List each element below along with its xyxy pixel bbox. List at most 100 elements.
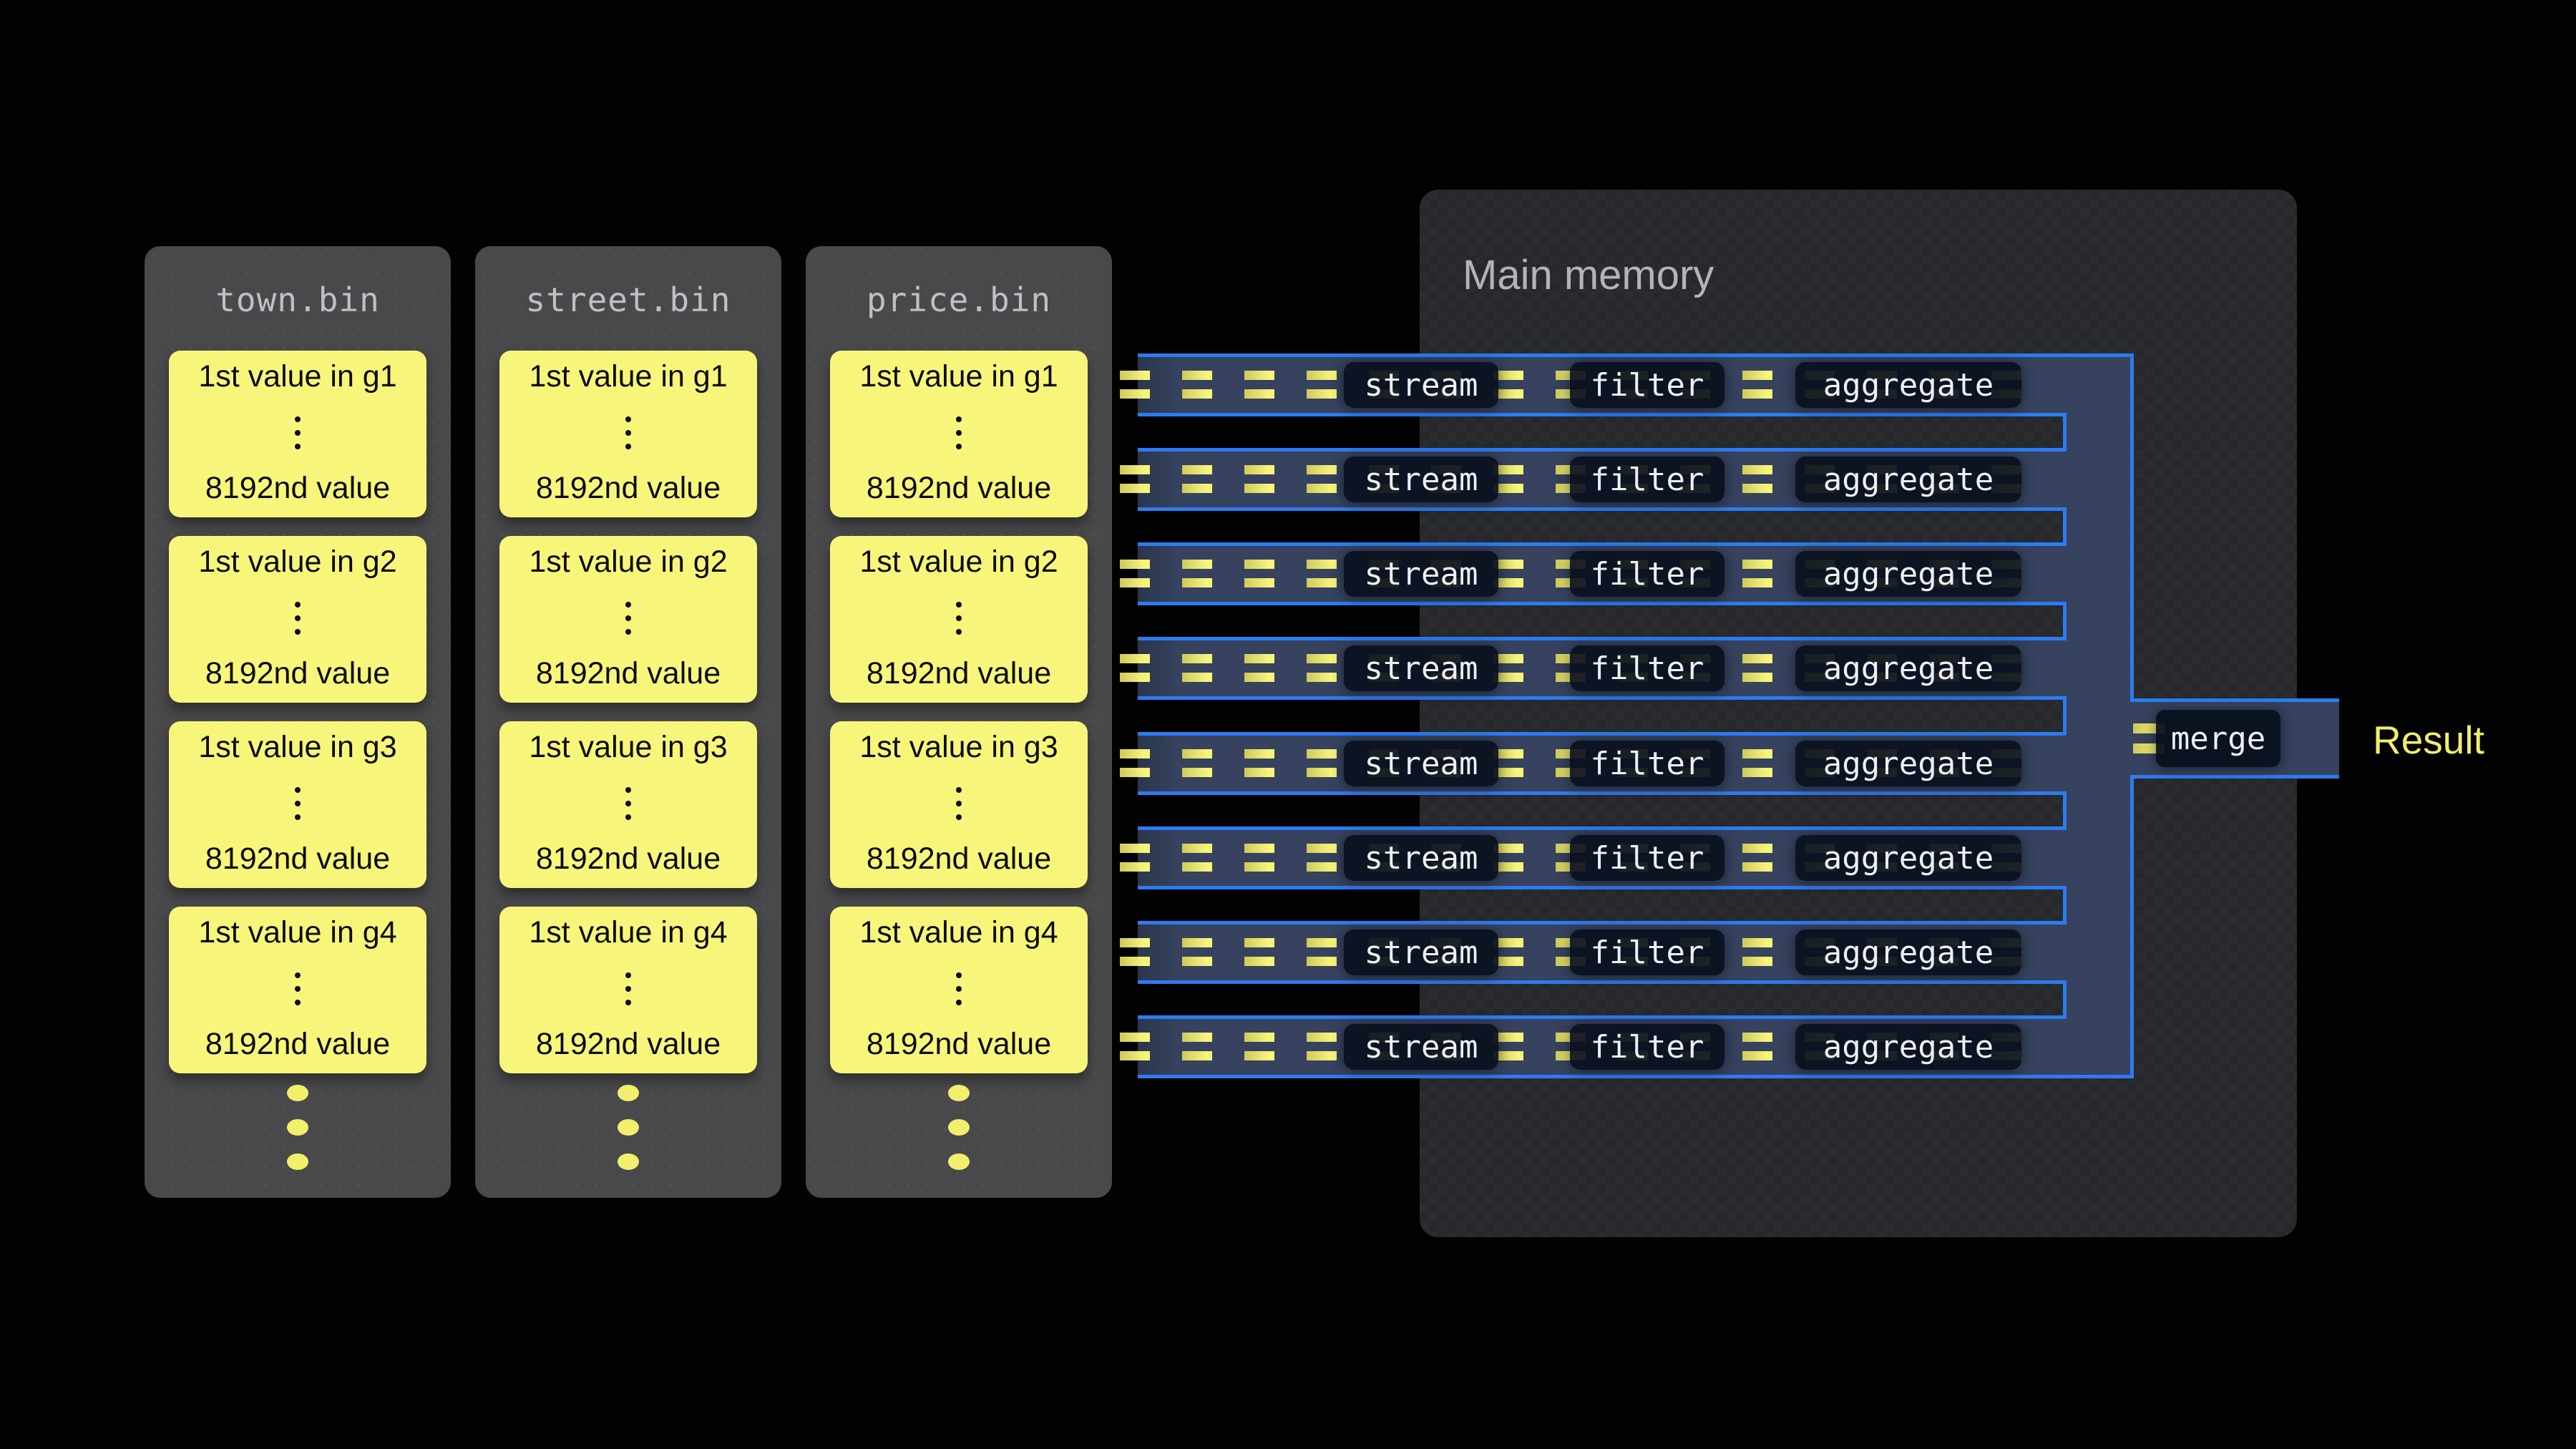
stage-box-stream: stream — [1344, 930, 1498, 975]
card-last-value: 8192nd value — [205, 841, 390, 877]
stage-box-aggregate: aggregate — [1795, 741, 2021, 786]
stage-box-aggregate: aggregate — [1795, 551, 2021, 597]
stage-box-filter: filter — [1570, 835, 1724, 881]
ellipsis-dots-icon — [625, 416, 631, 449]
ellipsis-dots-icon — [295, 972, 301, 1005]
stage-box-stream: stream — [1344, 835, 1498, 881]
stage-box-aggregate: aggregate — [1795, 930, 2021, 975]
value-card: 1st value in g2 8192nd value — [499, 536, 757, 703]
merge-box: merge — [2156, 710, 2280, 767]
card-last-value: 8192nd value — [536, 841, 721, 877]
card-first-value: 1st value in g2 — [198, 545, 396, 580]
stage-box-filter: filter — [1570, 362, 1724, 408]
ellipsis-dots-icon — [295, 416, 301, 449]
card-last-value: 8192nd value — [867, 471, 1051, 506]
stage-box-stream: stream — [1344, 645, 1498, 691]
stage-box-filter: filter — [1570, 930, 1724, 975]
card-last-value: 8192nd value — [205, 656, 390, 691]
card-first-value: 1st value in g3 — [859, 730, 1058, 765]
stage-box-stream: stream — [1344, 362, 1498, 408]
pipeline-outline-bottom — [1138, 1075, 2134, 1078]
card-first-value: 1st value in g1 — [859, 359, 1058, 394]
file-column-town: town.bin 1st value in g1 8192nd value 1s… — [145, 246, 451, 1198]
card-first-value: 1st value in g4 — [198, 915, 396, 950]
stage-box-filter: filter — [1570, 741, 1724, 786]
value-card: 1st value in g1 8192nd value — [830, 351, 1088, 517]
card-first-value: 1st value in g1 — [529, 359, 727, 394]
gap-right-edge — [2063, 980, 2067, 1019]
ellipsis-dots-icon — [956, 972, 962, 1005]
value-card: 1st value in g1 8192nd value — [499, 351, 757, 517]
stage-box-filter: filter — [1570, 1024, 1724, 1070]
pipeline-collector-strip — [2066, 357, 2130, 1075]
value-card: 1st value in g2 8192nd value — [830, 536, 1088, 703]
value-card: 1st value in g4 8192nd value — [499, 907, 757, 1073]
gap-right-edge — [2063, 791, 2067, 830]
value-card: 1st value in g4 8192nd value — [169, 907, 426, 1073]
card-first-value: 1st value in g1 — [198, 359, 396, 394]
more-groups-dots-icon — [948, 1085, 970, 1170]
more-groups-dots-icon — [287, 1085, 308, 1170]
gap-right-edge — [2063, 886, 2067, 924]
card-first-value: 1st value in g2 — [529, 545, 727, 580]
value-card: 1st value in g4 8192nd value — [830, 907, 1088, 1073]
stage-box-aggregate: aggregate — [1795, 835, 2021, 881]
stage-box-aggregate: aggregate — [1795, 645, 2021, 691]
stage-box-filter: filter — [1570, 551, 1724, 597]
value-card: 1st value in g3 8192nd value — [499, 721, 757, 888]
main-memory-title: Main memory — [1463, 251, 1714, 299]
card-last-value: 8192nd value — [205, 1027, 390, 1062]
ellipsis-dots-icon — [956, 416, 962, 449]
pipeline-row: stream filter aggregate — [1138, 826, 2066, 889]
card-first-value: 1st value in g3 — [529, 730, 727, 765]
pipeline-row: stream filter aggregate — [1138, 637, 2066, 700]
file-name-label: street.bin — [475, 280, 781, 319]
stage-box-stream: stream — [1344, 457, 1498, 502]
card-first-value: 1st value in g3 — [198, 730, 396, 765]
gap-right-edge — [2063, 602, 2067, 640]
card-last-value: 8192nd value — [536, 656, 721, 691]
pipeline-outline-top — [1138, 353, 2134, 357]
card-first-value: 1st value in g4 — [859, 915, 1058, 950]
stage-box-aggregate: aggregate — [1795, 457, 2021, 502]
pipeline-row: stream filter aggregate — [1138, 732, 2066, 795]
card-last-value: 8192nd value — [867, 841, 1051, 877]
card-first-value: 1st value in g2 — [859, 545, 1058, 580]
card-last-value: 8192nd value — [536, 1027, 721, 1062]
value-card: 1st value in g2 8192nd value — [169, 536, 426, 703]
value-card: 1st value in g3 8192nd value — [169, 721, 426, 888]
file-name-label: price.bin — [806, 280, 1112, 319]
gap-right-edge — [2063, 507, 2067, 546]
stage-box-stream: stream — [1344, 741, 1498, 786]
merge-channel: merge — [2130, 698, 2339, 779]
diagram-canvas: town.bin 1st value in g1 8192nd value 1s… — [0, 0, 2576, 1449]
ellipsis-dots-icon — [956, 602, 962, 635]
card-last-value: 8192nd value — [867, 1027, 1051, 1062]
card-last-value: 8192nd value — [867, 656, 1051, 691]
gap-right-edge — [2063, 696, 2067, 735]
value-card: 1st value in g3 8192nd value — [830, 721, 1088, 888]
stage-box-filter: filter — [1570, 457, 1724, 502]
gap-right-edge — [2063, 413, 2067, 452]
card-first-value: 1st value in g4 — [529, 915, 727, 950]
value-card: 1st value in g1 8192nd value — [169, 351, 426, 517]
stage-box-aggregate: aggregate — [1795, 1024, 2021, 1070]
stage-box-aggregate: aggregate — [1795, 362, 2021, 408]
card-last-value: 8192nd value — [205, 471, 390, 506]
stage-box-stream: stream — [1344, 551, 1498, 597]
ellipsis-dots-icon — [625, 972, 631, 1005]
result-label: Result — [2373, 717, 2484, 763]
ellipsis-dots-icon — [625, 787, 631, 820]
ellipsis-dots-icon — [295, 602, 301, 635]
pipeline-row: stream filter aggregate — [1138, 1015, 2066, 1078]
ellipsis-dots-icon — [956, 787, 962, 820]
pipeline-row: stream filter aggregate — [1138, 542, 2066, 605]
ellipsis-dots-icon — [295, 787, 301, 820]
pipeline-row: stream filter aggregate — [1138, 448, 2066, 511]
pipeline-row: stream filter aggregate — [1138, 921, 2066, 984]
file-column-price: price.bin 1st value in g1 8192nd value 1… — [806, 246, 1112, 1198]
stage-box-stream: stream — [1344, 1024, 1498, 1070]
file-column-street: street.bin 1st value in g1 8192nd value … — [475, 246, 781, 1198]
file-name-label: town.bin — [145, 280, 451, 319]
more-groups-dots-icon — [618, 1085, 639, 1170]
